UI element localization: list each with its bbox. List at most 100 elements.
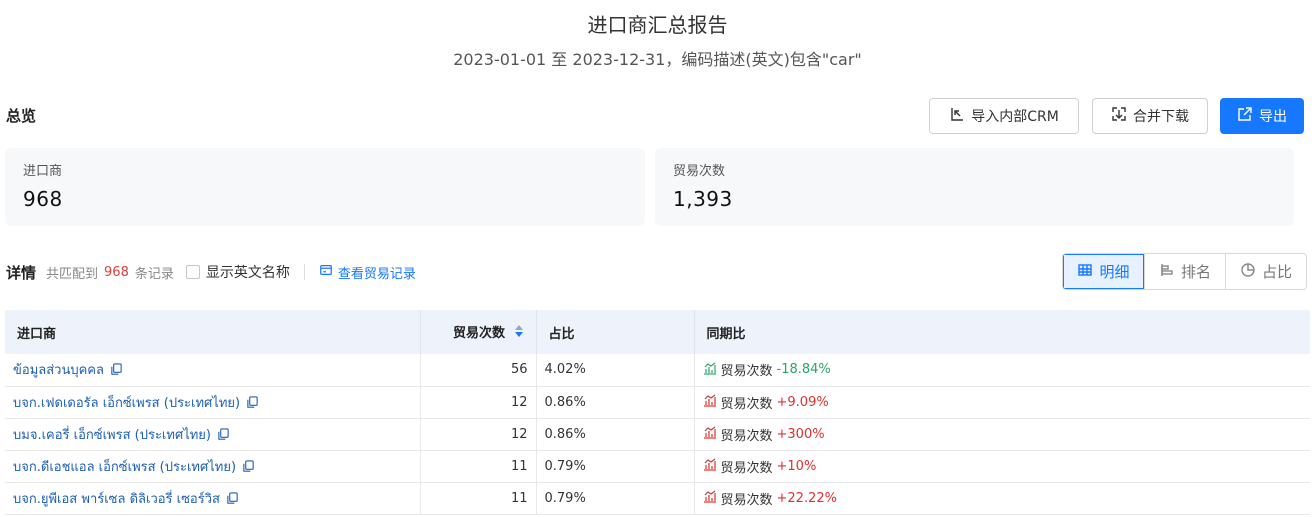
trade-count-cell: 12 bbox=[420, 386, 537, 418]
show-english-checkbox[interactable] bbox=[185, 265, 200, 279]
table-header: 进口商 贸易次数 占比 同期比 bbox=[5, 310, 1310, 354]
yoy-label: 贸易次数 bbox=[720, 396, 773, 412]
yoy-value: +300% bbox=[776, 426, 825, 442]
trend-chart-icon bbox=[703, 489, 717, 507]
card-value: 968 bbox=[23, 187, 63, 211]
show-english-toggle[interactable]: 显示英文名称 bbox=[185, 262, 290, 282]
card-label: 进口商 bbox=[23, 164, 63, 179]
yoy-value: +10% bbox=[776, 458, 817, 474]
view-share-label: 占比 bbox=[1261, 263, 1292, 281]
trend-chart-icon bbox=[703, 457, 717, 475]
view-detail-tab[interactable]: 明细 bbox=[1063, 254, 1144, 289]
yoy-label: 贸易次数 bbox=[720, 364, 773, 380]
trend-chart-icon bbox=[703, 393, 717, 411]
table-row: บจก.ยูพีเอส พาร์เซล ดิลิเวอรี่ เซอร์วิส … bbox=[5, 482, 1310, 514]
pie-icon bbox=[1240, 262, 1256, 282]
show-english-label: 显示英文名称 bbox=[205, 265, 290, 281]
importer-link[interactable]: บจก.เฟดเดอรัล เอ็กซ์เพรส (ประเทศไทย) bbox=[13, 392, 259, 413]
merge-download-button[interactable]: 合并下载 bbox=[1092, 98, 1208, 134]
merge-download-label: 合并下载 bbox=[1133, 109, 1189, 125]
copy-icon[interactable] bbox=[217, 427, 230, 442]
yoy-cell: 贸易次数 +22.22% bbox=[694, 482, 1310, 514]
importer-name: บจก.ยูพีเอส พาร์เซล ดิลิเวอรี่ เซอร์วิส bbox=[13, 491, 220, 507]
table-row: บมจ.เคอรี่ เอ็กซ์เพรส (ประเทศไทย) 12 0.8… bbox=[5, 418, 1310, 450]
col-importer: 进口商 bbox=[5, 310, 421, 354]
share-cell: 4.02% bbox=[536, 354, 695, 386]
trade-count-cell: 11 bbox=[420, 450, 537, 482]
yoy-value: -18.84% bbox=[776, 362, 831, 378]
importer-name: บจก.เฟดเดอรัล เอ็กซ์เพรส (ประเทศไทย) bbox=[13, 395, 241, 411]
sort-icon[interactable] bbox=[514, 324, 524, 342]
view-records-label: 查看贸易记录 bbox=[337, 266, 416, 282]
match-count: 968 bbox=[104, 264, 129, 280]
view-share-tab[interactable]: 占比 bbox=[1225, 254, 1306, 289]
merge-icon bbox=[1111, 106, 1127, 126]
view-toggle: 明细 排名 占比 bbox=[1062, 253, 1307, 290]
view-detail-label: 明细 bbox=[1099, 263, 1130, 281]
importer-cell: บมจ.เคอรี่ เอ็กซ์เพรส (ประเทศไทย) bbox=[5, 418, 421, 450]
share-cell: 0.79% bbox=[536, 450, 695, 482]
importer-count-card: 进口商 968 bbox=[5, 148, 645, 226]
import-crm-button[interactable]: 导入内部CRM bbox=[929, 98, 1079, 134]
yoy-cell: 贸易次数 +10% bbox=[694, 450, 1310, 482]
trend-chart-icon bbox=[703, 361, 717, 379]
copy-icon[interactable] bbox=[246, 395, 259, 410]
trade-count-card: 贸易次数 1,393 bbox=[655, 148, 1294, 226]
trade-count-cell: 12 bbox=[420, 418, 537, 450]
table-row: ข้อมูลส่วนบุคคล 56 4.02% 贸易次数 -18.84% bbox=[5, 354, 1310, 386]
export-button[interactable]: 导出 bbox=[1220, 98, 1304, 134]
overview-label: 总览 bbox=[6, 107, 37, 125]
importer-cell: ข้อมูลส่วนบุคคล bbox=[5, 354, 421, 386]
view-ranking-label: 排名 bbox=[1180, 263, 1211, 281]
export-label: 导出 bbox=[1259, 109, 1287, 125]
col-trade-count[interactable]: 贸易次数 bbox=[420, 310, 537, 354]
view-ranking-tab[interactable]: 排名 bbox=[1144, 254, 1225, 289]
yoy-label: 贸易次数 bbox=[720, 428, 773, 444]
importer-name: บจก.ดีเอชแอล เอ็กซ์เพรส (ประเทศไทย) bbox=[13, 459, 237, 475]
match-suffix: 条记录 bbox=[134, 266, 174, 282]
ranking-icon bbox=[1159, 262, 1175, 282]
col-trade-count-label: 贸易次数 bbox=[452, 325, 505, 341]
importer-name: ข้อมูลส่วนบุคคล bbox=[13, 363, 104, 379]
yoy-label: 贸易次数 bbox=[720, 460, 773, 476]
divider bbox=[303, 264, 305, 280]
view-records-link[interactable]: 查看贸易记录 bbox=[319, 263, 416, 282]
records-icon bbox=[319, 263, 333, 281]
importer-cell: บจก.ดีเอชแอล เอ็กซ์เพรส (ประเทศไทย) bbox=[5, 450, 421, 482]
importer-cell: บจก.ยูพีเอส พาร์เซล ดิลิเวอรี่ เซอร์วิส bbox=[5, 482, 421, 514]
trade-count-cell: 11 bbox=[420, 482, 537, 514]
importer-link[interactable]: บจก.ดีเอชแอล เอ็กซ์เพรส (ประเทศไทย) bbox=[13, 456, 255, 477]
report-title: 进口商汇总报告 bbox=[587, 13, 728, 37]
copy-icon[interactable] bbox=[226, 491, 239, 506]
share-cell: 0.79% bbox=[536, 482, 695, 514]
copy-icon[interactable] bbox=[110, 362, 123, 377]
yoy-value: +9.09% bbox=[776, 394, 829, 410]
col-yoy: 同期比 bbox=[706, 326, 746, 342]
yoy-label: 贸易次数 bbox=[720, 492, 773, 508]
importer-name: บมจ.เคอรี่ เอ็กซ์เพรส (ประเทศไทย) bbox=[13, 427, 211, 443]
yoy-cell: 贸易次数 +9.09% bbox=[694, 386, 1310, 418]
trend-chart-icon bbox=[703, 425, 717, 443]
report-subtitle: 2023-01-01 至 2023-12-31，编码描述(英文)包含"car" bbox=[453, 50, 862, 69]
details-title: 详情 bbox=[6, 263, 37, 282]
importer-cell: บจก.เฟดเดอรัล เอ็กซ์เพรส (ประเทศไทย) bbox=[5, 386, 421, 418]
trade-count-cell: 56 bbox=[420, 354, 537, 386]
table-row: บจก.ดีเอชแอล เอ็กซ์เพรส (ประเทศไทย) 11 0… bbox=[5, 450, 1310, 482]
col-share: 占比 bbox=[536, 310, 695, 354]
match-prefix: 共匹配到 bbox=[46, 266, 99, 282]
importer-table: 进口商 贸易次数 占比 同期比 ข้อมูลส่วนบุคคล 56 4.02% bbox=[5, 310, 1310, 515]
yoy-cell: 贸易次数 +300% bbox=[694, 418, 1310, 450]
yoy-cell: 贸易次数 -18.84% bbox=[694, 354, 1310, 386]
export-icon bbox=[1237, 106, 1253, 126]
importer-link[interactable]: ข้อมูลส่วนบุคคล bbox=[13, 359, 123, 380]
importer-link[interactable]: บมจ.เคอรี่ เอ็กซ์เพรส (ประเทศไทย) bbox=[13, 424, 230, 445]
importer-link[interactable]: บจก.ยูพีเอส พาร์เซล ดิลิเวอรี่ เซอร์วิส bbox=[13, 488, 239, 509]
table-row: บจก.เฟดเดอรัล เอ็กซ์เพรส (ประเทศไทย) 12 … bbox=[5, 386, 1310, 418]
yoy-value: +22.22% bbox=[776, 490, 837, 506]
details-header: 详情 共匹配到 968 条记录 显示英文名称 查看贸易记录 bbox=[6, 258, 416, 286]
import-icon bbox=[949, 106, 965, 126]
import-crm-label: 导入内部CRM bbox=[971, 109, 1059, 125]
share-cell: 0.86% bbox=[536, 418, 695, 450]
card-label: 贸易次数 bbox=[673, 164, 726, 179]
copy-icon[interactable] bbox=[242, 459, 255, 474]
